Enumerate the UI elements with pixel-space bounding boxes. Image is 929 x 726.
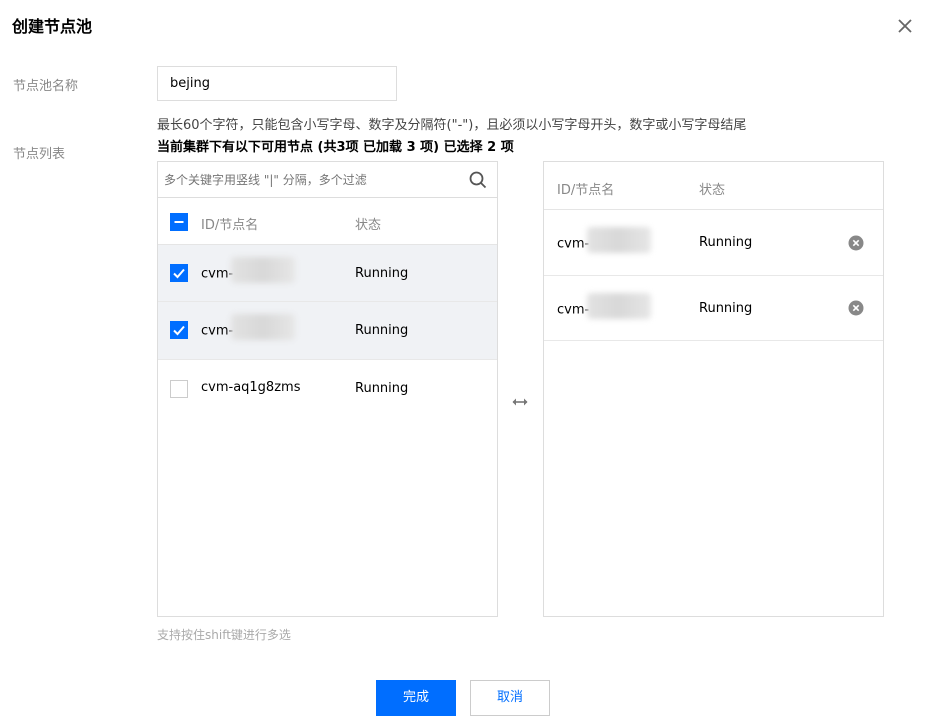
checkbox-check-icon [173,325,185,336]
search-box [158,162,497,198]
left-table-row[interactable]: cvm- Running [158,245,497,302]
row-node-status: Running [355,323,409,338]
row-checkbox[interactable] [170,380,188,398]
search-icon[interactable] [469,171,487,189]
name-hint: 最长60个字符，只能包含小写字母、数字及分隔符("-")，且必须以小写字母开头，… [157,118,747,133]
indeterminate-icon [174,221,184,223]
left-header-id: ID/节点名 [201,218,259,233]
row-checkbox[interactable] [170,321,188,339]
row-node-id: cvm- [201,314,296,340]
select-all-checkbox[interactable] [170,213,188,231]
right-header-id: ID/节点名 [557,183,615,198]
transfer-arrows-icon [512,398,528,406]
name-label: 节点池名称 [13,79,79,94]
left-table-row[interactable]: cvm-aq1g8zms Running [158,360,497,418]
close-icon[interactable] [893,14,917,38]
row-node-id-text: cvm- [557,302,590,318]
row-node-id: cvm-aq1g8zms [201,380,301,395]
right-table-header: ID/节点名 状态 [544,162,883,210]
remove-circle-icon[interactable] [848,235,864,251]
left-table-header: ID/节点名 状态 [158,198,497,245]
right-table-row: cvm- Running [544,210,883,276]
right-header-status: 状态 [699,183,726,198]
name-input[interactable] [157,66,397,101]
row-node-id: cvm- [557,293,652,319]
row-node-status: Running [355,266,409,281]
row-node-status: Running [699,301,753,316]
row-node-status: Running [699,235,753,250]
row-node-id: cvm- [201,257,296,283]
multi-select-hint: 支持按住shift键进行多选 [157,628,291,642]
node-summary: 当前集群下有以下可用节点 (共3项 已加载 3 项) 已选择 2 项 [157,140,514,155]
selected-nodes-panel: ID/节点名 状态 cvm- Running cvm- Running [543,161,884,617]
checkbox-check-icon [173,268,185,279]
row-node-id-text: cvm- [201,323,234,339]
cancel-button[interactable]: 取消 [470,680,550,716]
row-node-id: cvm- [557,227,652,253]
row-node-id-text: cvm- [557,236,590,252]
search-input[interactable] [164,168,459,192]
remove-circle-icon[interactable] [848,300,864,316]
dialog-title: 创建节点池 [12,17,93,36]
available-nodes-panel: ID/节点名 状态 cvm- Running cvm- Running cvm-… [157,161,498,617]
right-table-row: cvm- Running [544,276,883,341]
row-node-status: Running [355,381,409,396]
left-table-row[interactable]: cvm- Running [158,302,497,360]
row-checkbox[interactable] [170,264,188,282]
left-header-status: 状态 [355,218,382,233]
row-node-id-text: cvm- [201,266,234,282]
list-label: 节点列表 [13,147,66,162]
confirm-button[interactable]: 完成 [376,680,456,716]
